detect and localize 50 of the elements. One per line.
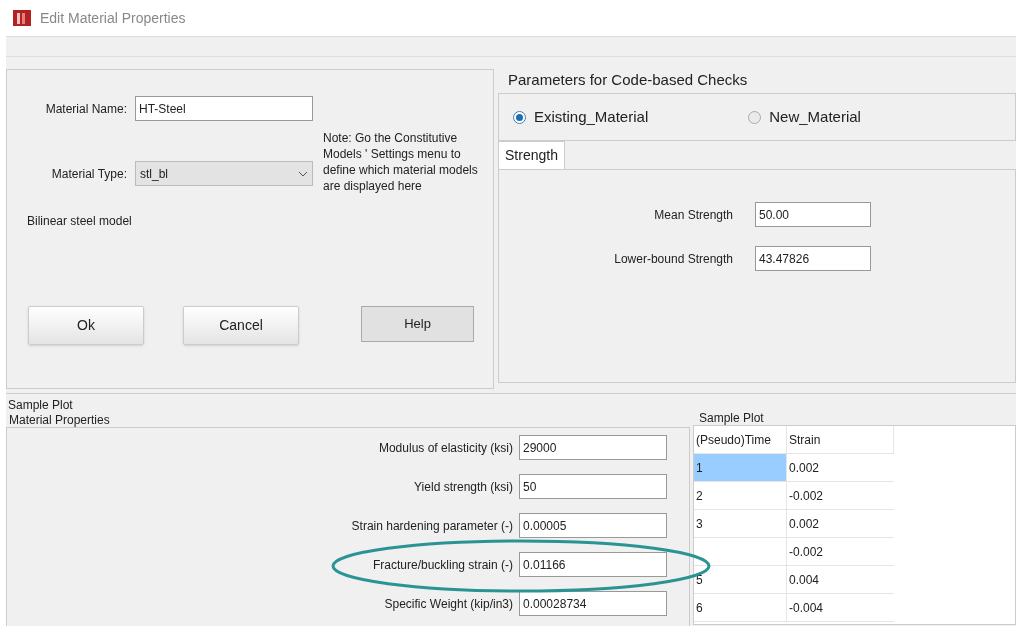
table-cell: 2 — [694, 482, 787, 510]
model-description: Bilinear steel model — [27, 213, 133, 230]
table-cell: 3 — [694, 510, 787, 538]
radio-label: New_Material — [769, 106, 861, 127]
note-text: are displayed here — [323, 178, 423, 194]
table-cell: 6 — [694, 594, 787, 622]
property-label: Fracture/buckling strain (-) — [371, 556, 514, 574]
help-button[interactable]: Help — [361, 306, 474, 342]
property-field[interactable]: 0.00005 — [519, 513, 667, 538]
material-type-dropdown[interactable]: stl_bl — [135, 161, 313, 186]
table-cell: 1 — [694, 454, 787, 482]
note-text: Note: Go the Constitutive — [323, 130, 459, 146]
field-label: Mean Strength — [653, 206, 734, 224]
table-cell: -0.002 — [787, 538, 894, 566]
material-name-field[interactable]: HT-Steel — [135, 96, 313, 121]
table-cell: 0.002 — [787, 510, 894, 538]
note-text: Models ' Settings menu to — [323, 146, 462, 162]
material-type-label: Material Type: — [50, 165, 128, 183]
property-field[interactable]: 50 — [519, 474, 667, 499]
dialog-button[interactable]: Ok — [28, 306, 144, 345]
property-label: Specific Weight (kip/in3) — [383, 595, 514, 613]
radio-button[interactable] — [513, 110, 526, 124]
radio-label: Existing_Material — [534, 106, 649, 127]
dialog-button[interactable]: Cancel — [183, 306, 299, 345]
tab[interactable]: Strength — [498, 141, 565, 169]
material-name-label: Material Name: — [44, 100, 128, 118]
strength-field[interactable]: 43.47826 — [755, 246, 871, 271]
field-label: Lower-bound Strength — [613, 250, 734, 268]
table-cell: -0.004 — [787, 594, 894, 622]
window-title: Edit Material Properties — [40, 8, 186, 28]
table-cell: 0.002 — [787, 454, 894, 482]
group-title: Material Properties — [9, 413, 111, 427]
note-text: define which material models — [323, 162, 478, 178]
radio-button[interactable] — [748, 110, 762, 124]
table-cell: 0.004 — [787, 566, 894, 594]
strength-field[interactable]: 50.00 — [755, 202, 871, 227]
group-title: Sample Plot — [699, 411, 765, 425]
section-title: Sample Plot — [8, 397, 74, 413]
property-field[interactable]: 0.00028734 — [519, 591, 667, 616]
property-label: Yield strength (ksi) — [413, 478, 514, 496]
app-logo-icon — [12, 8, 32, 28]
property-field[interactable]: 29000 — [519, 435, 667, 460]
chevron-down-icon — [298, 170, 308, 177]
table-cell: 5 — [694, 566, 787, 594]
property-label: Modulus of elasticity (ksi) — [377, 439, 514, 457]
property-label: Strain hardening parameter (-) — [350, 517, 514, 535]
group-title: Parameters for Code-based Checks — [508, 71, 749, 89]
property-field[interactable]: 0.01166 — [519, 552, 667, 577]
column-header: Strain — [787, 426, 894, 454]
table-cell: -0.002 — [787, 482, 894, 510]
